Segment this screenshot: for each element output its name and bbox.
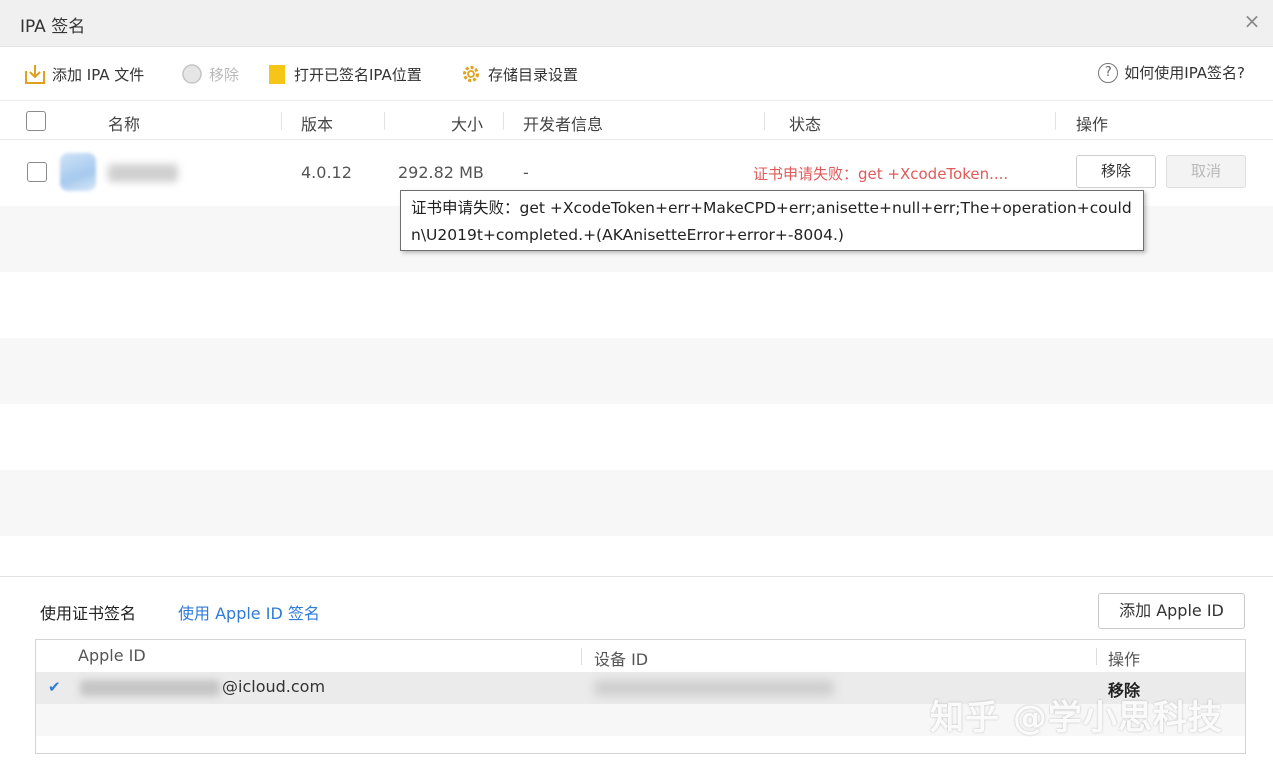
watermark: 知乎 @学小思科技 [930, 698, 1223, 738]
header-action: 操作 [1076, 115, 1109, 134]
column-separator [1055, 112, 1056, 130]
header-account-action: 操作 [1108, 650, 1141, 669]
apple-id-table-header: Apple ID 设备 ID 操作 [36, 640, 1245, 672]
error-tooltip: 证书申请失败：get +XcodeToken+err+MakeCPD+err;a… [400, 190, 1144, 251]
add-ipa-label: 添加 IPA 文件 [52, 65, 145, 84]
table-row-empty [0, 470, 1273, 536]
header-status: 状态 [789, 115, 822, 134]
table-row-empty [0, 536, 1273, 576]
open-signed-label: 打开已签名IPA位置 [294, 65, 422, 84]
row-size: 292.82 MB [398, 163, 484, 182]
folder-icon [266, 63, 288, 85]
header-size: 大小 [451, 115, 484, 134]
tab-appleid-sign[interactable]: 使用 Apple ID 签名 [178, 600, 320, 624]
header-developer: 开发者信息 [523, 115, 604, 134]
remove-label: 移除 [209, 65, 240, 84]
header-version: 版本 [301, 115, 334, 134]
email-redacted [80, 680, 220, 696]
column-separator [1096, 648, 1097, 665]
table-row-empty [0, 272, 1273, 338]
section-divider [0, 576, 1273, 577]
tab-cert-sign[interactable]: 使用证书签名 [40, 600, 136, 624]
storage-settings-label: 存储目录设置 [488, 65, 579, 84]
row-version: 4.0.12 [301, 163, 352, 182]
app-icon [60, 153, 96, 191]
device-id-redacted [594, 680, 834, 696]
header-device-id: 设备 ID [594, 650, 649, 669]
row-status-error[interactable]: 证书申请失败：get +XcodeToken.... [753, 163, 1008, 184]
selected-check-icon: ✔ [48, 678, 61, 696]
remove-circle-icon [181, 63, 203, 85]
table-row-empty [0, 404, 1273, 470]
column-separator [764, 112, 765, 130]
row-developer: - [523, 163, 529, 182]
help-link[interactable]: ? 如何使用IPA签名? [1098, 62, 1245, 83]
help-icon: ? [1098, 62, 1119, 83]
title-bar: IPA 签名 × [0, 0, 1273, 47]
header-name: 名称 [108, 115, 141, 134]
storage-settings-button[interactable]: 存储目录设置 [460, 62, 578, 86]
header-apple-id: Apple ID [78, 646, 146, 665]
ipa-table-header: 名称 版本 大小 开发者信息 状态 操作 [0, 102, 1273, 140]
select-all-checkbox[interactable] [26, 111, 46, 131]
row-cancel-button[interactable]: 取消 [1166, 155, 1246, 188]
app-name-redacted [108, 164, 178, 182]
row-remove-button[interactable]: 移除 [1076, 155, 1156, 188]
window-title: IPA 签名 [20, 17, 86, 37]
column-separator [503, 112, 504, 130]
open-signed-folder-button[interactable]: 打开已签名IPA位置 [266, 62, 422, 86]
column-separator [281, 112, 282, 130]
column-separator [581, 648, 582, 665]
add-file-icon [24, 63, 46, 85]
column-separator [384, 112, 385, 130]
email-suffix: @icloud.com [222, 677, 326, 696]
close-icon[interactable]: × [1241, 10, 1263, 32]
table-row-empty [0, 338, 1273, 404]
gear-icon [460, 63, 482, 85]
remove-button[interactable]: 移除 [181, 62, 239, 86]
help-label: 如何使用IPA签名? [1124, 64, 1245, 82]
add-apple-id-button[interactable]: 添加 Apple ID [1098, 593, 1245, 629]
add-ipa-button[interactable]: 添加 IPA 文件 [24, 62, 144, 86]
row-checkbox[interactable] [27, 162, 47, 182]
toolbar: 添加 IPA 文件 移除 打开已签名IPA位置 存储目录设置 ? 如何使用IPA… [0, 47, 1273, 101]
